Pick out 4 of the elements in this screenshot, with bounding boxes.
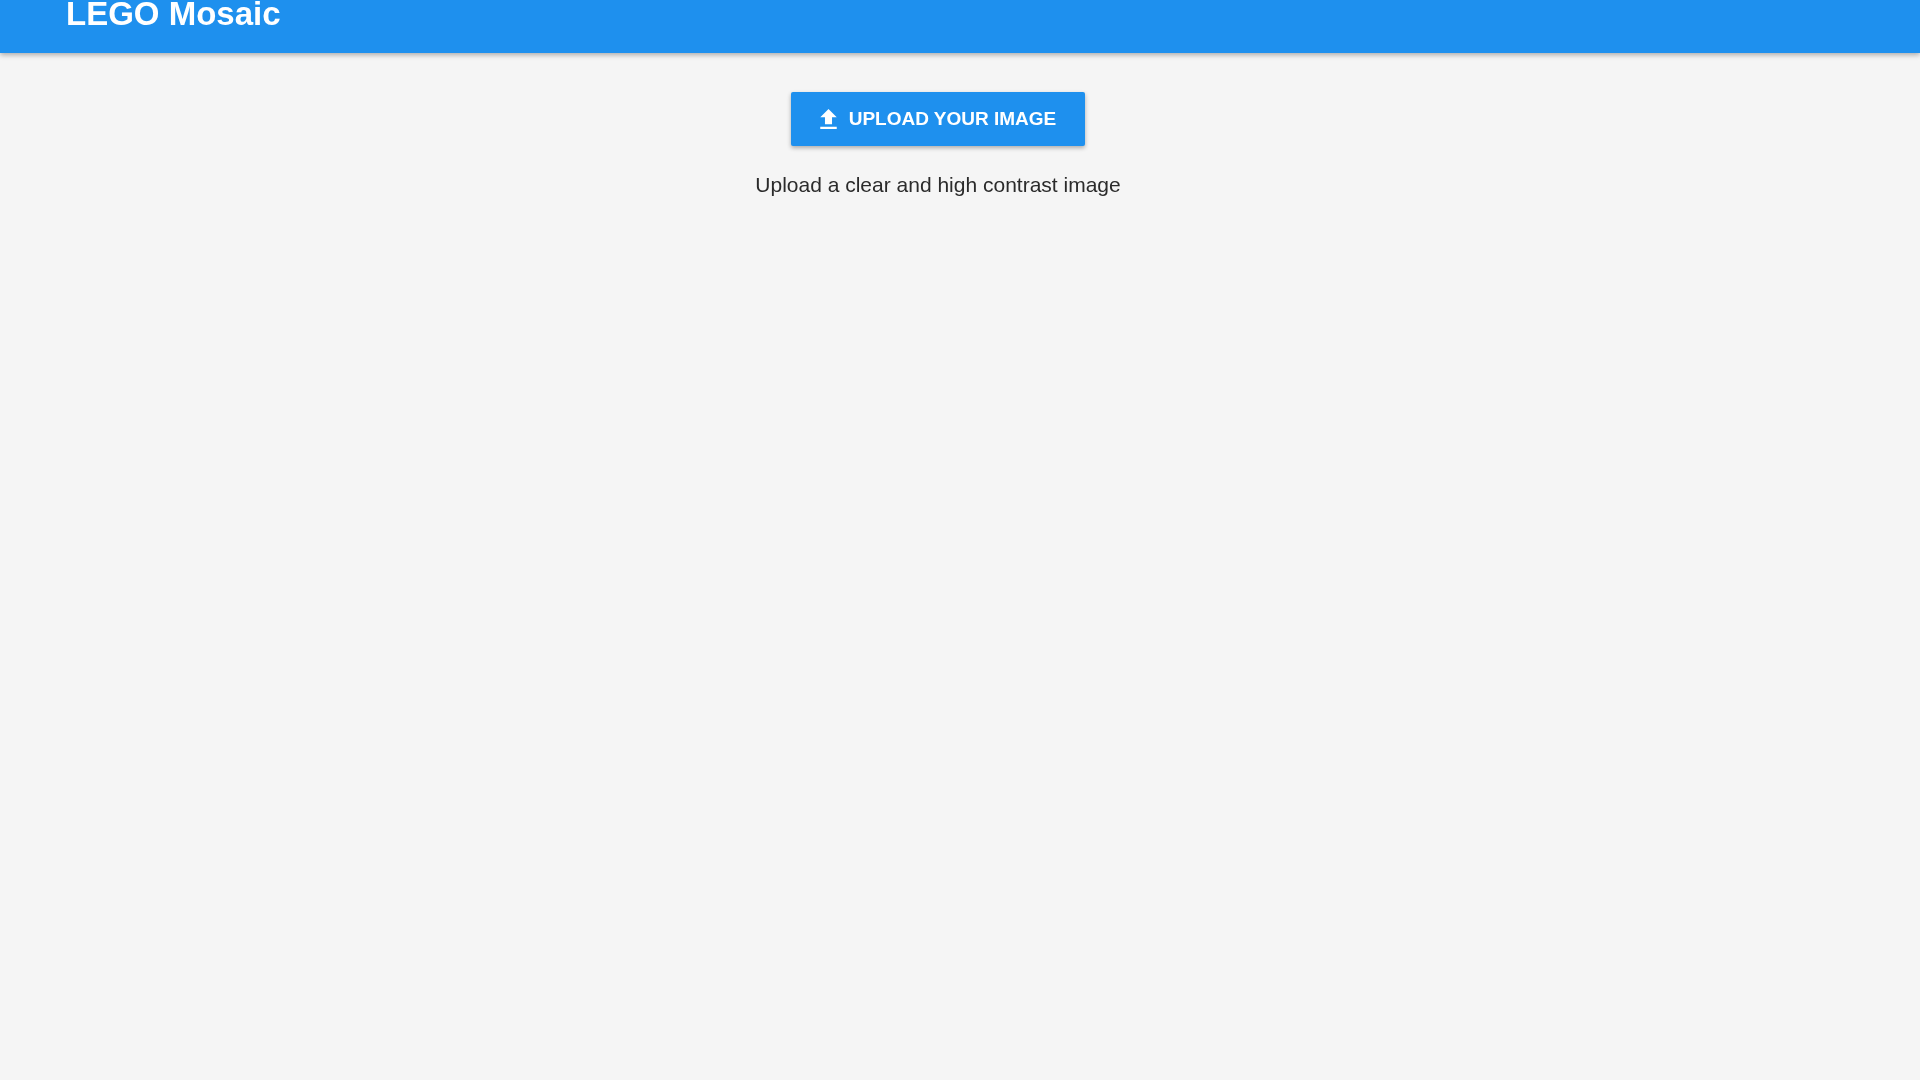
upload-icon	[819, 109, 837, 129]
upload-button[interactable]: UPLOAD YOUR IMAGE	[791, 92, 1085, 146]
app-title: LEGO Mosaic	[66, 0, 281, 27]
upload-hint: Upload a clear and high contrast image	[755, 173, 1121, 197]
